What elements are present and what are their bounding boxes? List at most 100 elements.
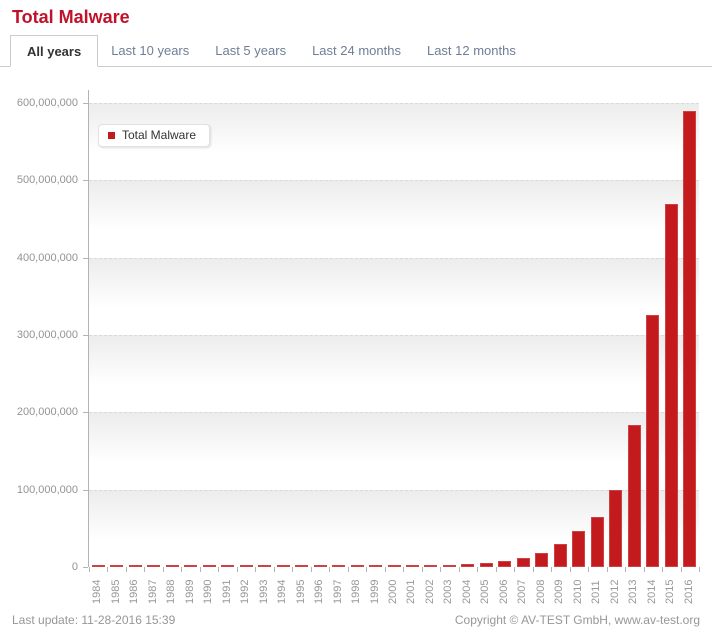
- y-axis-tick: [83, 257, 88, 259]
- x-label-1998: 1998: [350, 579, 363, 604]
- plot-band: [89, 180, 699, 258]
- bar-2013[interactable]: [627, 425, 641, 567]
- bar-1988[interactable]: [165, 565, 179, 567]
- bar-2001[interactable]: [405, 565, 419, 567]
- bar-2011[interactable]: [590, 517, 604, 567]
- x-label-1993: 1993: [257, 579, 270, 604]
- bar-1997[interactable]: [332, 565, 346, 567]
- x-label-1999: 1999: [368, 579, 381, 604]
- page-title: Total Malware: [12, 7, 130, 27]
- x-axis-tick: [422, 567, 423, 572]
- bar-2012[interactable]: [609, 490, 623, 567]
- x-axis-tick: [181, 567, 182, 572]
- bar-2002[interactable]: [424, 565, 438, 567]
- bar-1998[interactable]: [350, 565, 364, 567]
- x-label-1991: 1991: [220, 579, 233, 604]
- x-label-2012: 2012: [608, 579, 621, 604]
- plot-band: [89, 335, 699, 413]
- x-axis-tick: [348, 567, 349, 572]
- bar-2008[interactable]: [535, 553, 549, 567]
- total-malware-chart: Total Malware 1984 1985 1986 1987 1988 1989 19…: [0, 86, 712, 612]
- x-axis-tick: [681, 567, 682, 572]
- x-axis-tick: [662, 567, 663, 572]
- x-label-2000: 2000: [387, 579, 399, 604]
- x-axis-tick: [200, 567, 201, 572]
- plot-band: [89, 489, 699, 567]
- x-label-1992: 1992: [239, 579, 252, 604]
- bar-1993[interactable]: [258, 565, 272, 567]
- x-axis-tick: [403, 567, 404, 572]
- bar-2003[interactable]: [442, 565, 456, 567]
- malware-stats-widget: Total Malware All years Last 10 years Last…: [0, 0, 712, 639]
- bar-1986[interactable]: [128, 565, 142, 567]
- gridline: [89, 103, 699, 104]
- x-axis-tick: [625, 567, 626, 572]
- bar-1994[interactable]: [276, 565, 290, 567]
- x-axis-tick: [477, 567, 478, 572]
- y-axis-tick: [83, 335, 88, 336]
- gridline: [89, 257, 699, 259]
- tab-last-12-months[interactable]: Last 12 months: [414, 35, 529, 66]
- x-axis-tick: [89, 567, 90, 572]
- y-axis-tick: [83, 180, 88, 182]
- gridline: [89, 489, 699, 491]
- x-label-2014: 2014: [645, 579, 658, 604]
- x-label-2010: 2010: [571, 579, 584, 604]
- bar-1985[interactable]: [110, 565, 124, 567]
- tab-all-years[interactable]: All years: [10, 35, 99, 67]
- bar-2005[interactable]: [479, 563, 493, 567]
- x-axis-tick: [607, 567, 608, 572]
- y-axis-label: 200,000,000: [16, 406, 78, 419]
- bar-1989[interactable]: [184, 565, 198, 567]
- x-axis-tick: [329, 567, 330, 572]
- x-axis-tick: [126, 567, 127, 572]
- x-axis-tick: [496, 567, 497, 572]
- x-label-2011: 2011: [590, 580, 603, 604]
- y-axis-label: 400,000,000: [16, 251, 78, 264]
- bar-2014[interactable]: [646, 315, 660, 567]
- bar-1996[interactable]: [313, 565, 327, 567]
- tab-last-10-years[interactable]: Last 10 years: [98, 35, 202, 66]
- bar-1995[interactable]: [295, 565, 309, 567]
- legend-label: Total Malware: [122, 128, 197, 142]
- bar-2015[interactable]: [664, 204, 678, 567]
- bar-1991[interactable]: [221, 565, 235, 567]
- x-label-1995: 1995: [294, 579, 307, 604]
- x-axis-tick: [385, 567, 386, 572]
- bar-1987[interactable]: [147, 565, 161, 567]
- bar-2016[interactable]: [683, 111, 697, 567]
- bar-2000[interactable]: [387, 565, 401, 567]
- tab-last-5-years[interactable]: Last 5 years: [202, 35, 299, 66]
- x-label-1990: 1990: [202, 579, 215, 604]
- x-label-2013: 2013: [627, 579, 640, 604]
- bar-2004[interactable]: [461, 564, 475, 567]
- bar-1992[interactable]: [239, 565, 253, 567]
- bar-2007[interactable]: [516, 558, 530, 567]
- x-label-2001: 2001: [405, 579, 418, 604]
- x-label-2016: 2016: [682, 579, 695, 604]
- x-label-1986: 1986: [128, 579, 141, 604]
- x-axis-tick: [699, 567, 700, 572]
- tab-last-24-months[interactable]: Last 24 months: [299, 35, 414, 66]
- x-label-1994: 1994: [276, 579, 289, 604]
- x-axis-tick: [218, 567, 219, 572]
- bar-2009[interactable]: [553, 544, 567, 567]
- copyright-text: Copyright © AV-TEST GmbH, www.av-test.or…: [454, 613, 700, 627]
- y-axis-tick: [83, 103, 88, 104]
- x-label-2003: 2003: [442, 579, 455, 604]
- bar-1984[interactable]: [91, 565, 105, 567]
- bar-2010[interactable]: [572, 531, 586, 567]
- plot-band: [89, 412, 699, 490]
- gridline: [89, 412, 699, 414]
- x-axis-tick: [237, 567, 238, 572]
- y-axis-tick: [83, 567, 88, 568]
- bar-1990[interactable]: [202, 565, 216, 567]
- bar-1999[interactable]: [369, 565, 382, 567]
- legend-box[interactable]: Total Malware: [98, 124, 211, 147]
- x-axis-tick: [144, 567, 145, 572]
- x-axis-tick: [588, 567, 589, 572]
- bar-2006[interactable]: [498, 561, 512, 567]
- x-axis-tick: [255, 567, 256, 572]
- x-label-1984: 1984: [91, 579, 104, 604]
- y-axis-label: 600,000,000: [16, 97, 78, 109]
